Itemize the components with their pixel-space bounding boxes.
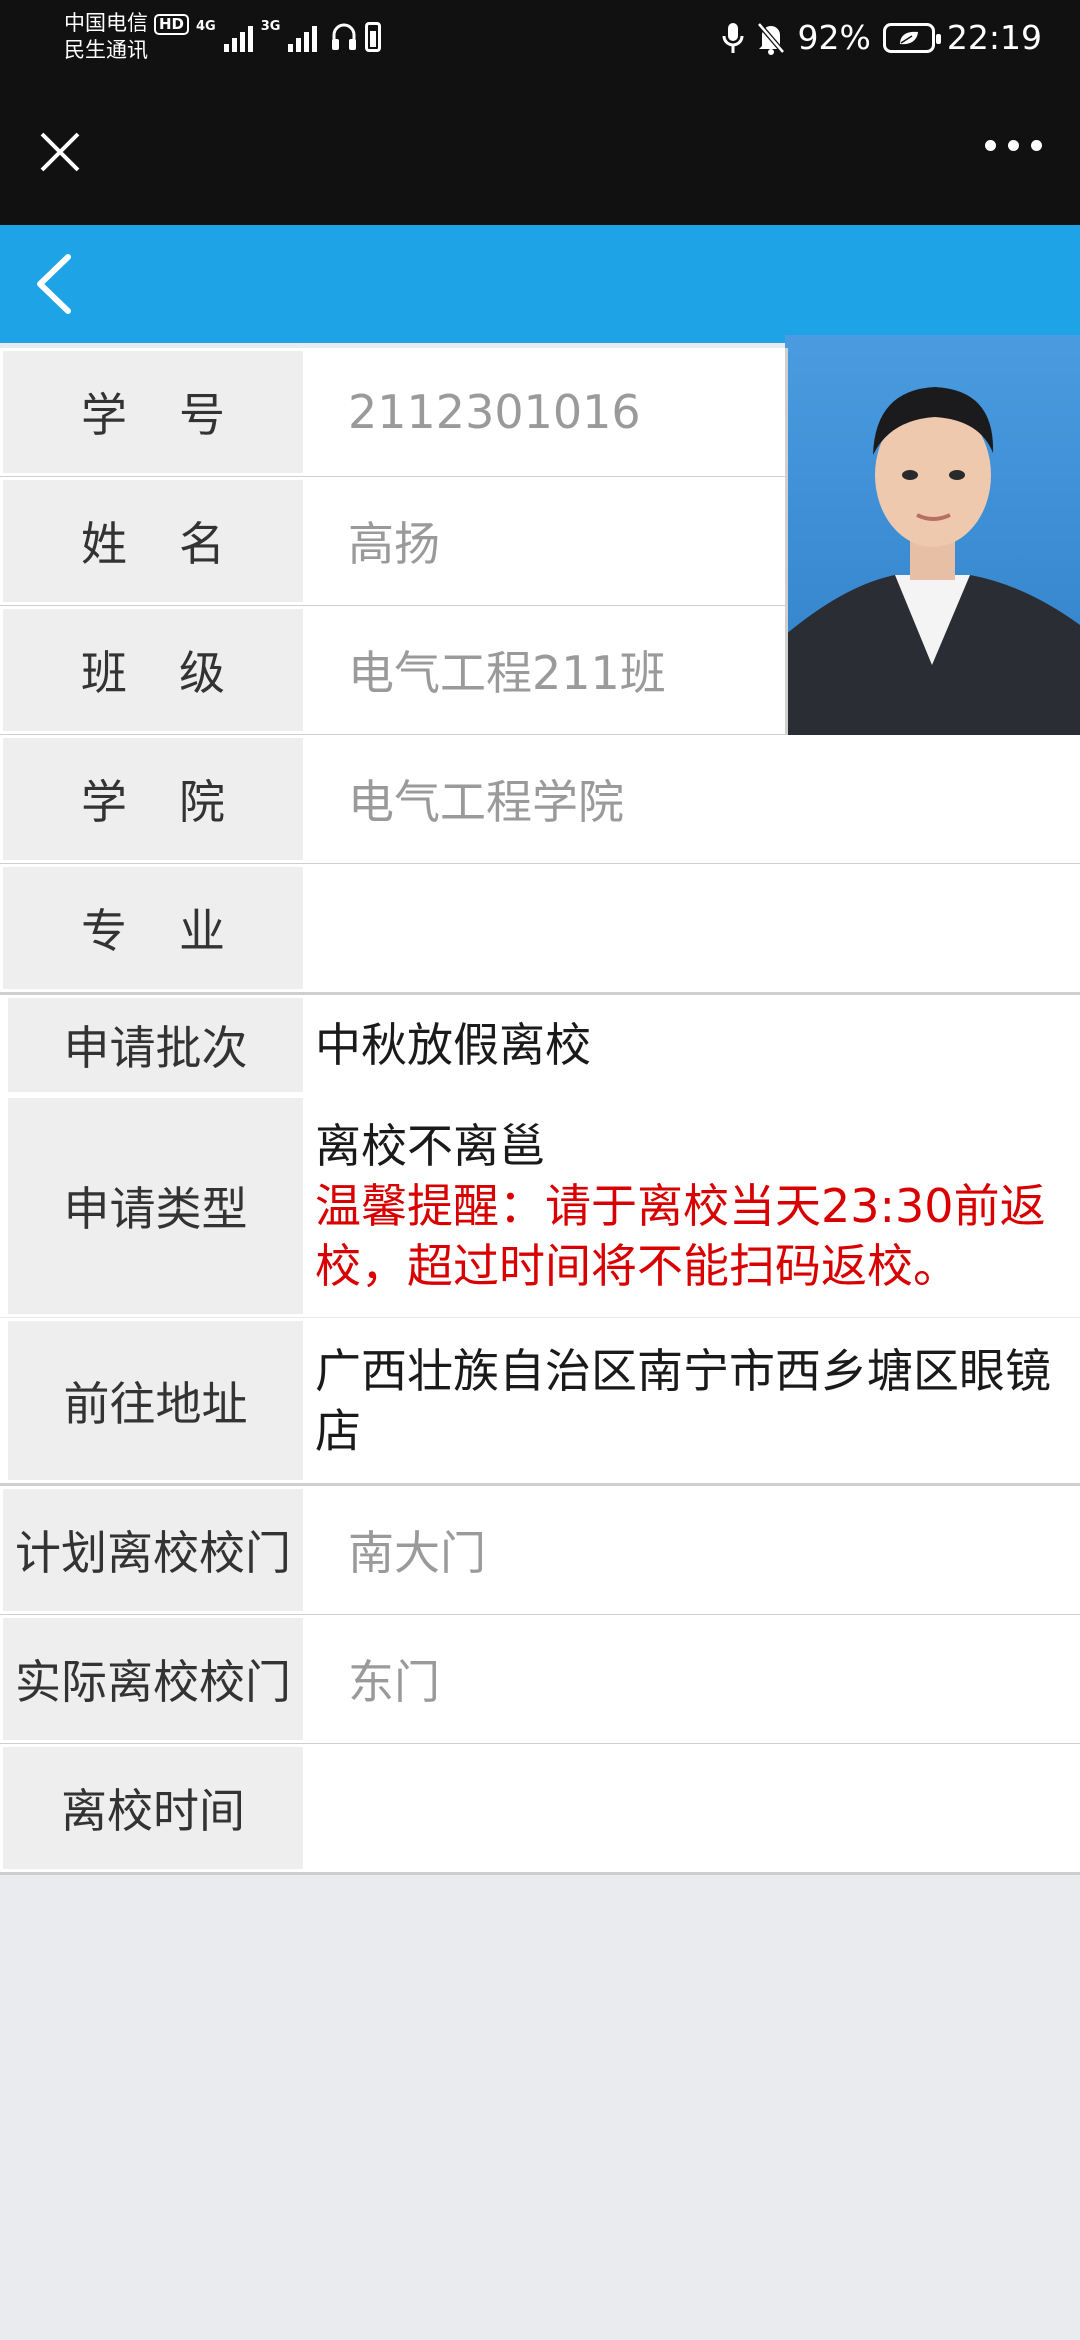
label-student-id: 学号 xyxy=(3,351,303,473)
signal-icon xyxy=(223,20,253,52)
microphone-icon xyxy=(722,22,744,53)
row-planned-gate: 计划离校校门 南大门 xyxy=(0,1486,1080,1617)
more-options-icon[interactable] xyxy=(985,140,1042,151)
nav-bar xyxy=(0,225,1080,343)
network-indicators: 4G 3G xyxy=(196,19,382,52)
clock: 22:19 xyxy=(946,18,1042,57)
close-icon[interactable] xyxy=(34,126,86,178)
battery-icon xyxy=(882,22,941,53)
row-college: 学院 电气工程学院 xyxy=(0,735,1080,866)
small-battery-icon xyxy=(365,22,382,52)
status-bar: 中国电信 HD 民生通讯 4G 3G 92% 22:19 xyxy=(0,0,1080,80)
value-planned-gate: 南大门 xyxy=(348,1526,486,1580)
row-type: 申请类型 离校不离邕 温馨提醒：请于离校当天23:30前返校，超过时间将不能扫码… xyxy=(0,1095,1080,1317)
leaf-icon xyxy=(899,31,918,44)
label-type: 申请类型 xyxy=(8,1098,303,1314)
hd-badge: HD xyxy=(154,13,190,35)
value-leave-time xyxy=(303,1744,1080,1872)
battery-percent: 92% xyxy=(797,18,871,57)
row-name: 姓名 高扬 xyxy=(0,477,788,608)
label-name: 姓名 xyxy=(3,480,303,602)
webview-title-bar xyxy=(0,80,1080,225)
row-address: 前往地址 广西壮族自治区南宁市西乡塘区眼镜店 xyxy=(0,1318,1080,1486)
network-4g-label: 4G xyxy=(196,19,216,34)
back-arrow-icon[interactable] xyxy=(30,251,80,317)
label-batch: 申请批次 xyxy=(8,998,303,1092)
label-major: 专业 xyxy=(3,867,303,989)
return-reminder: 温馨提醒：请于离校当天23:30前返校，超过时间将不能扫码返校。 xyxy=(315,1179,1046,1293)
row-batch: 申请批次 中秋放假离校 xyxy=(0,995,1080,1095)
mute-bell-icon xyxy=(756,21,785,55)
carrier-sub: 民生通讯 xyxy=(64,38,148,62)
row-actual-gate: 实际离校校门 东门 xyxy=(0,1615,1080,1746)
label-planned-gate: 计划离校校门 xyxy=(3,1489,303,1611)
row-major: 专业 xyxy=(0,864,1080,995)
carrier-name: 中国电信 xyxy=(64,11,148,35)
carrier-info: 中国电信 HD 民生通讯 xyxy=(64,10,190,64)
value-student-id: 2112301016 xyxy=(348,385,641,439)
label-leave-time: 离校时间 xyxy=(3,1747,303,1869)
value-major xyxy=(303,864,1080,992)
value-actual-gate: 东门 xyxy=(348,1655,440,1709)
headset-icon xyxy=(332,23,357,50)
value-name: 高扬 xyxy=(348,517,440,571)
value-batch: 中秋放假离校 xyxy=(315,1018,591,1072)
row-leave-time: 离校时间 xyxy=(0,1744,1080,1875)
label-class: 班级 xyxy=(3,609,303,731)
label-actual-gate: 实际离校校门 xyxy=(3,1618,303,1740)
status-right: 92% 22:19 xyxy=(722,18,1042,57)
student-photo xyxy=(785,335,1080,747)
network-3g-label: 3G xyxy=(260,19,281,34)
value-college: 电气工程学院 xyxy=(348,775,624,829)
value-class: 电气工程211班 xyxy=(348,646,666,700)
row-class: 班级 电气工程211班 xyxy=(0,606,788,737)
row-student-id: 学号 2112301016 xyxy=(0,348,788,479)
label-college: 学院 xyxy=(3,738,303,860)
signal-icon xyxy=(288,20,318,52)
value-type: 离校不离邕 xyxy=(315,1119,545,1173)
value-type-cell: 离校不离邕 温馨提醒：请于离校当天23:30前返校，超过时间将不能扫码返校。 xyxy=(303,1095,1080,1317)
label-address: 前往地址 xyxy=(8,1321,303,1480)
value-address: 广西壮族自治区南宁市西乡塘区眼镜店 xyxy=(315,1343,1051,1458)
